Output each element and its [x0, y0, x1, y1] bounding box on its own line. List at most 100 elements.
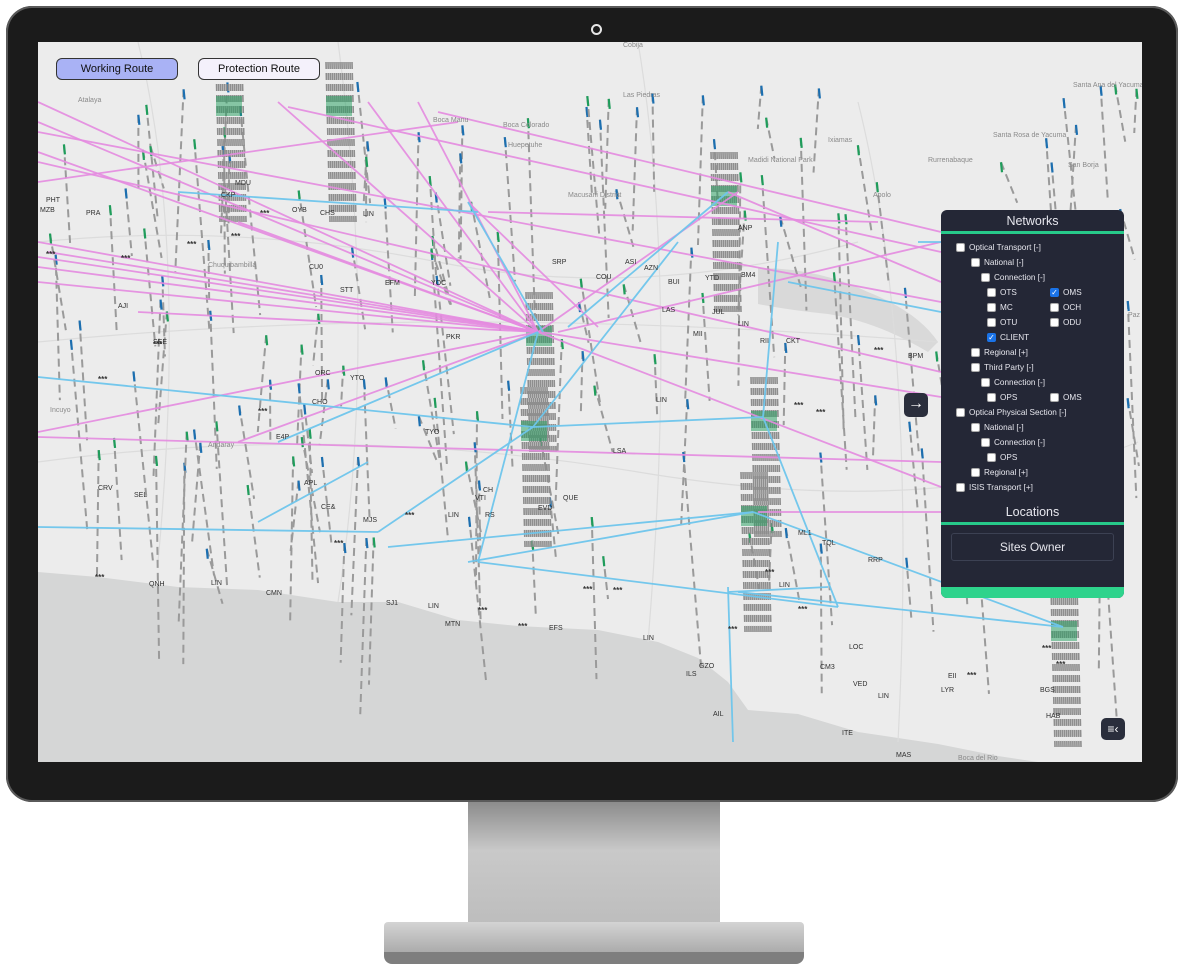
site-marker: [265, 335, 269, 346]
site-marker: [817, 88, 821, 99]
working-route-button[interactable]: Working Route: [56, 58, 178, 80]
checkbox[interactable]: [971, 363, 980, 372]
checkbox[interactable]: [987, 453, 996, 462]
place-label: Santa Rosa de Yacuma: [993, 132, 1066, 139]
menu-collapse-icon[interactable]: ≡‹: [1101, 718, 1125, 740]
site-label: ASI: [625, 259, 636, 266]
site-label: EFS: [549, 625, 563, 632]
site-label: AJI: [118, 303, 128, 310]
checkbox[interactable]: [956, 483, 965, 492]
tree-item-ops-connection[interactable]: Connection [-]: [941, 435, 1124, 450]
tree-item-oms[interactable]: ✓ OMS: [1050, 285, 1113, 300]
checkbox[interactable]: [987, 318, 996, 327]
tree-item-client[interactable]: ✓ CLIENT: [941, 330, 1124, 345]
place-label: Huepetuhe: [508, 142, 542, 149]
site-label: HAB: [1046, 713, 1061, 720]
tree-item-optical-transport[interactable]: Optical Transport [-]: [941, 240, 1124, 255]
masked-site-label: ***: [874, 346, 884, 355]
site-label: TQL: [822, 540, 836, 547]
checkbox[interactable]: [987, 393, 996, 402]
tree-item-isis-transport[interactable]: ISIS Transport [+]: [941, 480, 1124, 495]
site-marker: [1135, 88, 1139, 99]
tree-label: National [-]: [984, 423, 1024, 432]
site-marker: [844, 214, 848, 225]
site-label: CKT: [786, 338, 801, 345]
arrow-right-icon[interactable]: →: [904, 393, 928, 417]
site-marker: [308, 428, 312, 439]
site-label: COU: [596, 274, 612, 281]
site-marker: [303, 404, 307, 415]
tree-item-ops-national[interactable]: National [-]: [941, 420, 1124, 435]
site-label: CM3: [820, 664, 835, 671]
tree-item-otu[interactable]: OTU: [987, 315, 1050, 330]
checkbox[interactable]: [981, 378, 990, 387]
tree-item-connection[interactable]: Connection [-]: [941, 270, 1124, 285]
checkbox[interactable]: [1050, 318, 1059, 327]
site-label: YTD: [705, 275, 719, 282]
site-marker: [581, 351, 585, 362]
site-marker: [1062, 98, 1066, 109]
site-marker: [1045, 138, 1049, 149]
tree-item-tp-connection[interactable]: Connection [-]: [941, 375, 1124, 390]
tree-item-optical-physical-section[interactable]: Optical Physical Section [-]: [941, 405, 1124, 420]
site-marker: [320, 274, 324, 286]
site-marker: [372, 537, 376, 548]
masked-site-label: ***: [798, 605, 808, 614]
checkbox[interactable]: [981, 273, 990, 282]
site-marker: [215, 421, 219, 432]
tree-item-mc[interactable]: MC: [987, 300, 1050, 315]
checkbox[interactable]: [987, 303, 996, 312]
protection-route-button[interactable]: Protection Route: [198, 58, 320, 80]
site-marker: [832, 272, 837, 283]
tree-item-tp-oms[interactable]: OMS: [1050, 390, 1113, 405]
checkbox[interactable]: [956, 408, 965, 417]
site-label: BGS: [1040, 687, 1055, 694]
site-label: EVD: [538, 505, 552, 512]
site-marker: [712, 139, 717, 150]
map-viewport[interactable]: Atalaya Cobija Las Piedras Boca Manu Boca Co…: [38, 42, 1142, 762]
divider: [941, 522, 1124, 525]
tree-item-national[interactable]: National [-]: [941, 255, 1124, 270]
site-marker: [300, 437, 304, 448]
place-label: Rurrenabaque: [928, 157, 973, 164]
tree-label: Connection [-]: [994, 438, 1045, 447]
site-marker: [585, 106, 589, 118]
site-marker: [297, 190, 301, 201]
site-marker: [935, 351, 939, 362]
site-label: LIN: [428, 603, 439, 610]
tree-item-ops-regional[interactable]: Regional [+]: [941, 465, 1124, 480]
checkbox[interactable]: [971, 468, 980, 477]
site-marker: [1050, 162, 1054, 173]
site-marker: [343, 542, 347, 554]
checkbox[interactable]: [971, 258, 980, 267]
tree-item-ops-ops[interactable]: OPS: [941, 450, 1124, 465]
checkbox[interactable]: [971, 348, 980, 357]
sites-owner-button[interactable]: Sites Owner: [951, 533, 1114, 561]
tree-label: Optical Physical Section [-]: [969, 408, 1067, 417]
site-marker: [356, 81, 360, 93]
site-label: VED: [853, 681, 867, 688]
site-marker: [779, 216, 783, 227]
checkbox-checked[interactable]: ✓: [1050, 288, 1059, 297]
checkbox[interactable]: [971, 423, 980, 432]
checkbox[interactable]: [956, 243, 965, 252]
site-marker: [365, 537, 369, 549]
tree-item-tp-ops[interactable]: OPS: [987, 390, 1050, 405]
site-marker: [503, 137, 507, 148]
checkbox[interactable]: [981, 438, 990, 447]
checkbox[interactable]: [1050, 393, 1059, 402]
place-label: Madidi National Park: [748, 157, 813, 164]
tree-item-third-party[interactable]: Third Party [-]: [941, 360, 1124, 375]
checkbox[interactable]: [987, 288, 996, 297]
site-label: MDU: [235, 180, 251, 187]
tree-item-regional[interactable]: Regional [+]: [941, 345, 1124, 360]
checkbox-checked[interactable]: ✓: [987, 333, 996, 342]
site-marker: [69, 339, 73, 350]
tree-item-ots[interactable]: OTS: [987, 285, 1050, 300]
masked-site-label: ***: [98, 375, 108, 384]
checkbox[interactable]: [1050, 303, 1059, 312]
site-label: LIN: [738, 321, 749, 328]
tree-item-och[interactable]: OCH: [1050, 300, 1113, 315]
tree-item-odu[interactable]: ODU: [1050, 315, 1113, 330]
masked-site-label: ***: [334, 539, 344, 548]
